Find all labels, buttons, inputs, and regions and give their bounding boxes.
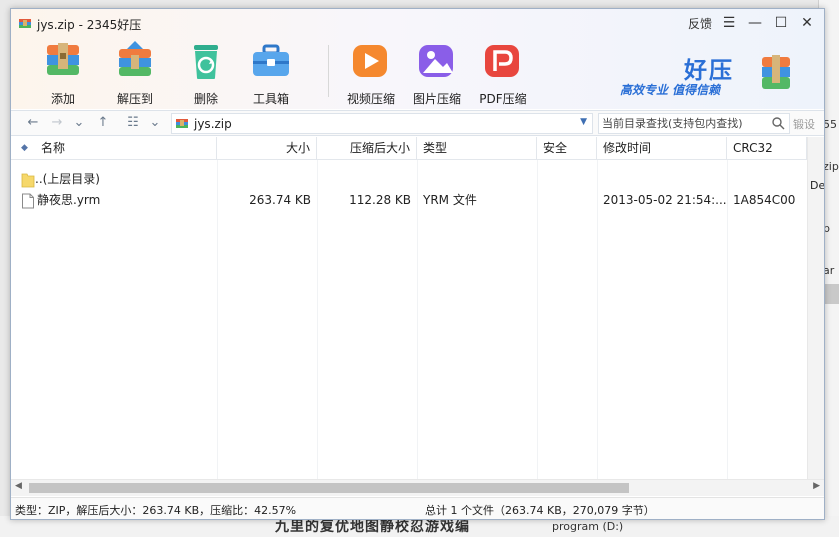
archive-icon <box>19 19 31 28</box>
delete-button[interactable]: 删除 <box>176 39 236 107</box>
status-middle: 总计 1 个文件（263.74 KB，270,079 字节） <box>425 504 655 517</box>
file-type: YRM 文件 <box>423 193 477 207</box>
file-name: 静夜思.yrm <box>37 193 101 207</box>
sort-arrow-icon: ◆ <box>21 143 28 153</box>
column-size-label: 大小 <box>285 141 310 155</box>
column-type-label: 类型 <box>423 141 448 155</box>
close-icon[interactable]: ✕ <box>798 14 816 32</box>
pdf-icon <box>485 45 519 77</box>
dropdown-triangle-icon[interactable]: ▼ <box>580 117 587 127</box>
scroll-right-icon[interactable]: ▶ <box>813 481 820 491</box>
image-compress-button[interactable]: 图片压缩 <box>407 39 467 107</box>
file-crc: 1A854C00 <box>733 193 796 207</box>
file-packed-size: 112.28 KB <box>349 193 411 207</box>
toolbox-label: 工具箱 <box>252 92 289 106</box>
column-name-label: 名称 <box>41 141 66 155</box>
status-left: 类型：ZIP，解压后大小：263.74 KB，压缩比：42.57% <box>15 504 297 517</box>
brand-name: 好压 <box>684 58 734 84</box>
path-combobox[interactable]: jys.zip ▼ <box>171 113 593 134</box>
minimize-icon[interactable]: — <box>746 14 764 32</box>
title-toolbar-area: jys.zip - 2345好压 反馈 ☰ — ☐ ✕ 添加 解压到 删除 工具… <box>11 9 824 109</box>
table-row[interactable]: ..(上层目录) <box>11 169 807 190</box>
bg-text: 55 <box>823 118 837 131</box>
vertical-scrollbar[interactable]: De <box>807 137 824 479</box>
scroll-thumb[interactable] <box>29 483 629 493</box>
file-modified: 2013-05-02 21:54:... <box>603 193 727 207</box>
brand-archive-icon <box>762 55 790 89</box>
hamburger-icon[interactable]: ☰ <box>720 14 738 32</box>
toolbox-button[interactable]: 工具箱 <box>241 39 301 107</box>
image-compress-label: 图片压缩 <box>412 92 461 106</box>
image-icon <box>419 45 453 77</box>
back-arrow-icon[interactable]: ← <box>25 115 41 131</box>
search-icon[interactable] <box>771 116 785 130</box>
toolbar-separator <box>328 45 329 97</box>
toolbox-icon <box>253 44 289 76</box>
horizontal-scrollbar[interactable]: ◀ ▶ <box>11 479 824 496</box>
add-button[interactable]: 添加 <box>33 39 93 107</box>
file-security <box>537 190 597 211</box>
extract-label: 解压到 <box>116 92 153 106</box>
column-crc[interactable]: CRC32 <box>727 137 807 160</box>
video-icon <box>353 45 387 77</box>
search-box <box>598 113 790 134</box>
address-bar: ← → ⌄ ↑ ☷ ⌄ jys.zip ▼ 锻设 <box>11 110 824 136</box>
haozip-window: jys.zip - 2345好压 反馈 ☰ — ☐ ✕ 添加 解压到 删除 工具… <box>10 8 825 520</box>
scroll-left-icon[interactable]: ◀ <box>15 481 22 491</box>
add-label: 添加 <box>50 92 75 106</box>
column-modified-label: 修改时间 <box>603 141 652 155</box>
window-title: jys.zip - 2345好压 <box>37 18 142 32</box>
column-packed-label: 压缩后大小 <box>349 141 410 155</box>
column-header: ◆ 名称 大小 压缩后大小 类型 安全 修改时间 CRC32 压 <box>11 137 824 160</box>
feedback-link[interactable]: 反馈 <box>688 15 712 32</box>
bg-drive-label: program (D:) <box>552 520 624 533</box>
pdf-compress-button[interactable]: PDF压缩 <box>473 39 533 107</box>
column-packed[interactable]: 压缩后大小 <box>317 137 417 160</box>
pdf-compress-label: PDF压缩 <box>479 92 527 106</box>
view-chevron-icon[interactable]: ⌄ <box>147 115 163 131</box>
extract-button[interactable]: 解压到 <box>105 39 165 107</box>
path-text: jys.zip <box>194 117 232 131</box>
video-compress-button[interactable]: 视频压缩 <box>341 39 401 107</box>
file-list: ◆ 名称 大小 压缩后大小 类型 安全 修改时间 CRC32 压 ..(上层目录… <box>11 137 824 479</box>
add-archive-icon <box>47 43 79 75</box>
table-row[interactable]: 静夜思.yrm 263.74 KB 112.28 KB YRM 文件 2013-… <box>11 190 807 211</box>
search-button-partial[interactable]: 锻设 <box>793 116 815 132</box>
brand-slogan: 高效专业 值得信赖 <box>620 83 721 97</box>
extract-archive-icon <box>119 41 151 76</box>
file-extra-cell: De <box>810 179 825 192</box>
recycle-icon <box>194 45 218 79</box>
brand-logo: 好压 高效专业 值得信赖 <box>612 47 790 103</box>
video-compress-label: 视频压缩 <box>346 92 395 106</box>
column-name[interactable]: ◆ 名称 <box>11 137 217 160</box>
column-security-label: 安全 <box>543 141 568 155</box>
column-type[interactable]: 类型 <box>417 137 537 160</box>
forward-arrow-icon[interactable]: → <box>49 115 65 131</box>
column-crc-label: CRC32 <box>733 141 773 155</box>
column-size[interactable]: 大小 <box>217 137 317 160</box>
up-arrow-icon[interactable]: ↑ <box>95 115 111 131</box>
status-bar: 类型：ZIP，解压后大小：263.74 KB，压缩比：42.57% 总计 1 个… <box>11 497 824 519</box>
archive-icon <box>176 119 188 128</box>
maximize-icon[interactable]: ☐ <box>772 14 790 32</box>
file-size: 263.74 KB <box>249 193 311 207</box>
search-input[interactable] <box>599 114 767 133</box>
history-chevron-icon[interactable]: ⌄ <box>71 115 87 131</box>
delete-label: 删除 <box>193 92 218 106</box>
column-modified[interactable]: 修改时间 <box>597 137 727 160</box>
view-mode-icon[interactable]: ☷ <box>125 115 141 131</box>
file-name: ..(上层目录) <box>35 172 100 186</box>
column-security[interactable]: 安全 <box>537 137 597 160</box>
bg-text: zip <box>823 160 839 173</box>
window-controls: 反馈 ☰ — ☐ ✕ <box>688 14 816 32</box>
